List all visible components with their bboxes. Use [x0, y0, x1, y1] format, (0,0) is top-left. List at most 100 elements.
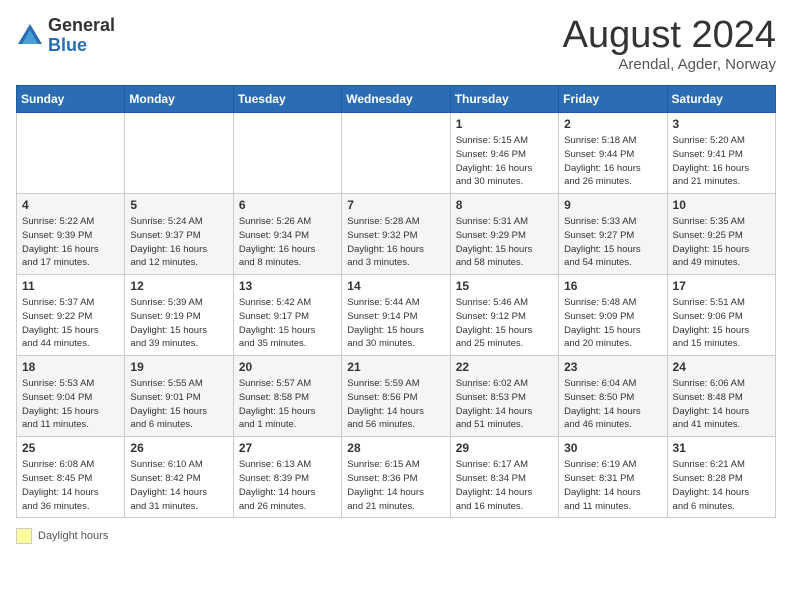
day-info: Sunrise: 5:28 AM Sunset: 9:32 PM Dayligh… — [347, 215, 444, 270]
calendar-day: 8 Sunrise: 5:31 AM Sunset: 9:29 PM Daylig… — [450, 194, 558, 275]
day-number: 29 — [456, 441, 553, 455]
logo-icon — [16, 22, 44, 50]
weekday-header: Saturday — [667, 86, 775, 113]
weekday-header: Friday — [559, 86, 667, 113]
day-number: 19 — [130, 360, 227, 374]
weekday-row: SundayMondayTuesdayWednesdayThursdayFrid… — [17, 86, 776, 113]
calendar-day: 2 Sunrise: 5:18 AM Sunset: 9:44 PM Daylig… — [559, 113, 667, 194]
calendar-day: 6 Sunrise: 5:26 AM Sunset: 9:34 PM Daylig… — [233, 194, 341, 275]
month-title: August 2024 — [563, 16, 776, 54]
calendar-day: 15 Sunrise: 5:46 AM Sunset: 9:12 PM Dayli… — [450, 275, 558, 356]
calendar-day: 11 Sunrise: 5:37 AM Sunset: 9:22 PM Dayli… — [17, 275, 125, 356]
logo: General Blue — [16, 16, 115, 56]
day-number: 24 — [673, 360, 770, 374]
calendar-day: 1 Sunrise: 5:15 AM Sunset: 9:46 PM Daylig… — [450, 113, 558, 194]
day-info: Sunrise: 5:42 AM Sunset: 9:17 PM Dayligh… — [239, 296, 336, 351]
day-info: Sunrise: 5:59 AM Sunset: 8:56 PM Dayligh… — [347, 377, 444, 432]
calendar-day: 14 Sunrise: 5:44 AM Sunset: 9:14 PM Dayli… — [342, 275, 450, 356]
calendar-day: 4Sunrise: 5:22 AM Sunset: 9:39 PM Daylig… — [17, 194, 125, 275]
weekday-header: Tuesday — [233, 86, 341, 113]
day-info: Sunrise: 6:21 AM Sunset: 8:28 PM Dayligh… — [673, 458, 770, 513]
day-number: 14 — [347, 279, 444, 293]
day-number: 10 — [673, 198, 770, 212]
day-info: Sunrise: 5:48 AM Sunset: 9:09 PM Dayligh… — [564, 296, 661, 351]
day-number: 12 — [130, 279, 227, 293]
calendar-day: 10 Sunrise: 5:35 AM Sunset: 9:25 PM Dayli… — [667, 194, 775, 275]
calendar-day — [342, 113, 450, 194]
legend: Daylight hours — [16, 528, 776, 544]
day-number: 7 — [347, 198, 444, 212]
day-info: Sunrise: 5:37 AM Sunset: 9:22 PM Dayligh… — [22, 296, 119, 351]
day-number: 22 — [456, 360, 553, 374]
calendar-week: 4Sunrise: 5:22 AM Sunset: 9:39 PM Daylig… — [17, 194, 776, 275]
day-number: 6 — [239, 198, 336, 212]
calendar-day: 29 Sunrise: 6:17 AM Sunset: 8:34 PM Dayli… — [450, 437, 558, 518]
day-info: Sunrise: 6:19 AM Sunset: 8:31 PM Dayligh… — [564, 458, 661, 513]
day-number: 28 — [347, 441, 444, 455]
day-info: Sunrise: 5:39 AM Sunset: 9:19 PM Dayligh… — [130, 296, 227, 351]
day-info: Sunrise: 6:13 AM Sunset: 8:39 PM Dayligh… — [239, 458, 336, 513]
day-number: 5 — [130, 198, 227, 212]
day-info: Sunrise: 6:15 AM Sunset: 8:36 PM Dayligh… — [347, 458, 444, 513]
calendar-day: 22 Sunrise: 6:02 AM Sunset: 8:53 PM Dayli… — [450, 356, 558, 437]
day-info: Sunrise: 5:46 AM Sunset: 9:12 PM Dayligh… — [456, 296, 553, 351]
calendar-day: 19 Sunrise: 5:55 AM Sunset: 9:01 PM Dayli… — [125, 356, 233, 437]
calendar-day: 9Sunrise: 5:33 AM Sunset: 9:27 PM Daylig… — [559, 194, 667, 275]
day-info: Sunrise: 5:33 AM Sunset: 9:27 PM Dayligh… — [564, 215, 661, 270]
page-header: General Blue August 2024 Arendal, Agder,… — [16, 16, 776, 73]
day-number: 17 — [673, 279, 770, 293]
day-number: 15 — [456, 279, 553, 293]
calendar-day: 21 Sunrise: 5:59 AM Sunset: 8:56 PM Dayli… — [342, 356, 450, 437]
day-number: 11 — [22, 279, 119, 293]
weekday-header: Monday — [125, 86, 233, 113]
calendar-body: 1 Sunrise: 5:15 AM Sunset: 9:46 PM Daylig… — [17, 113, 776, 518]
day-info: Sunrise: 6:02 AM Sunset: 8:53 PM Dayligh… — [456, 377, 553, 432]
day-info: Sunrise: 5:26 AM Sunset: 9:34 PM Dayligh… — [239, 215, 336, 270]
day-info: Sunrise: 5:24 AM Sunset: 9:37 PM Dayligh… — [130, 215, 227, 270]
day-number: 26 — [130, 441, 227, 455]
day-info: Sunrise: 5:15 AM Sunset: 9:46 PM Dayligh… — [456, 134, 553, 189]
day-info: Sunrise: 5:51 AM Sunset: 9:06 PM Dayligh… — [673, 296, 770, 351]
calendar-day: 3 Sunrise: 5:20 AM Sunset: 9:41 PM Daylig… — [667, 113, 775, 194]
day-info: Sunrise: 5:44 AM Sunset: 9:14 PM Dayligh… — [347, 296, 444, 351]
day-number: 27 — [239, 441, 336, 455]
day-info: Sunrise: 6:17 AM Sunset: 8:34 PM Dayligh… — [456, 458, 553, 513]
day-number: 3 — [673, 117, 770, 131]
day-number: 8 — [456, 198, 553, 212]
calendar-day: 24Sunrise: 6:06 AM Sunset: 8:48 PM Dayli… — [667, 356, 775, 437]
day-number: 16 — [564, 279, 661, 293]
calendar-week: 25Sunrise: 6:08 AM Sunset: 8:45 PM Dayli… — [17, 437, 776, 518]
calendar-week: 1 Sunrise: 5:15 AM Sunset: 9:46 PM Daylig… — [17, 113, 776, 194]
day-info: Sunrise: 5:35 AM Sunset: 9:25 PM Dayligh… — [673, 215, 770, 270]
day-info: Sunrise: 5:22 AM Sunset: 9:39 PM Dayligh… — [22, 215, 119, 270]
day-number: 2 — [564, 117, 661, 131]
logo-general: General — [48, 16, 115, 36]
calendar-day — [125, 113, 233, 194]
calendar-day: 20 Sunrise: 5:57 AM Sunset: 8:58 PM Dayli… — [233, 356, 341, 437]
calendar-day: 18Sunrise: 5:53 AM Sunset: 9:04 PM Dayli… — [17, 356, 125, 437]
day-number: 1 — [456, 117, 553, 131]
day-info: Sunrise: 6:08 AM Sunset: 8:45 PM Dayligh… — [22, 458, 119, 513]
day-info: Sunrise: 5:31 AM Sunset: 9:29 PM Dayligh… — [456, 215, 553, 270]
calendar-day: 5 Sunrise: 5:24 AM Sunset: 9:37 PM Daylig… — [125, 194, 233, 275]
day-number: 20 — [239, 360, 336, 374]
day-number: 31 — [673, 441, 770, 455]
calendar-day — [233, 113, 341, 194]
day-info: Sunrise: 5:57 AM Sunset: 8:58 PM Dayligh… — [239, 377, 336, 432]
day-info: Sunrise: 6:10 AM Sunset: 8:42 PM Dayligh… — [130, 458, 227, 513]
day-number: 13 — [239, 279, 336, 293]
calendar-day: 30Sunrise: 6:19 AM Sunset: 8:31 PM Dayli… — [559, 437, 667, 518]
day-number: 18 — [22, 360, 119, 374]
day-info: Sunrise: 5:18 AM Sunset: 9:44 PM Dayligh… — [564, 134, 661, 189]
day-info: Sunrise: 5:20 AM Sunset: 9:41 PM Dayligh… — [673, 134, 770, 189]
calendar-day: 31 Sunrise: 6:21 AM Sunset: 8:28 PM Dayli… — [667, 437, 775, 518]
day-number: 21 — [347, 360, 444, 374]
weekday-header: Thursday — [450, 86, 558, 113]
calendar-day: 12 Sunrise: 5:39 AM Sunset: 9:19 PM Dayli… — [125, 275, 233, 356]
calendar-table: SundayMondayTuesdayWednesdayThursdayFrid… — [16, 85, 776, 518]
day-info: Sunrise: 5:55 AM Sunset: 9:01 PM Dayligh… — [130, 377, 227, 432]
location: Arendal, Agder, Norway — [563, 56, 776, 73]
calendar-day: 27 Sunrise: 6:13 AM Sunset: 8:39 PM Dayli… — [233, 437, 341, 518]
calendar-day: 25Sunrise: 6:08 AM Sunset: 8:45 PM Dayli… — [17, 437, 125, 518]
calendar-day: 16 Sunrise: 5:48 AM Sunset: 9:09 PM Dayli… — [559, 275, 667, 356]
